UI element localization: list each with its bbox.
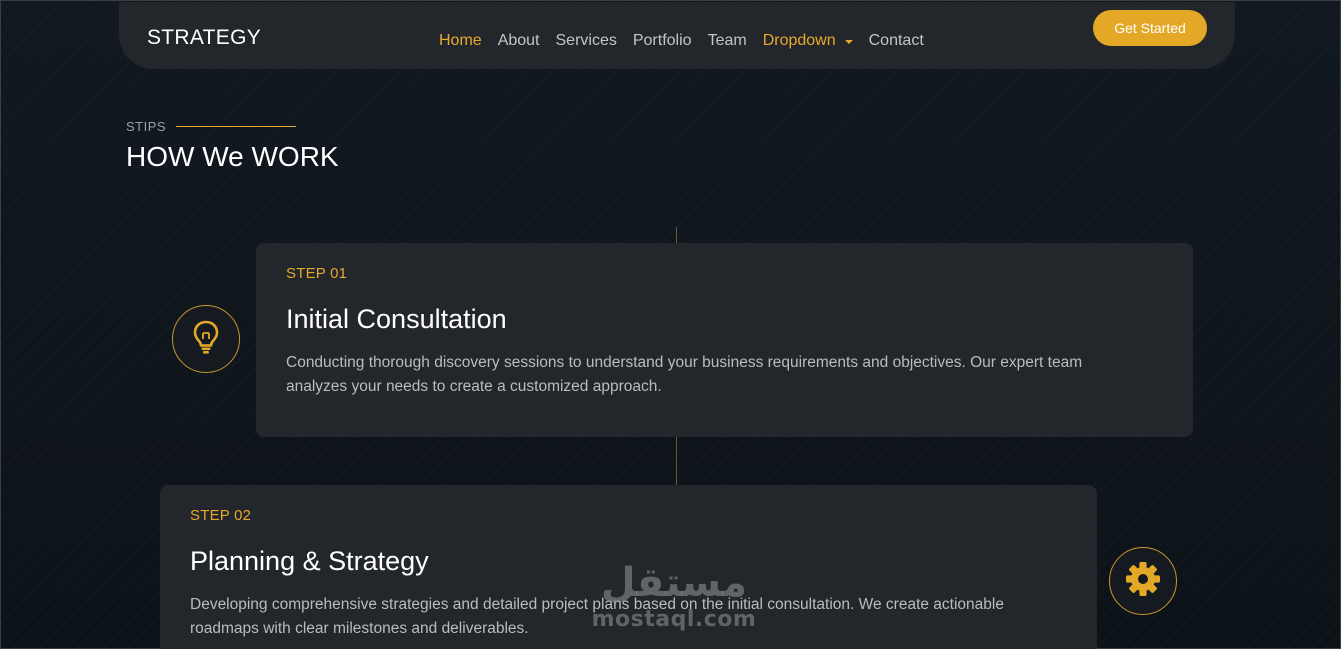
- step-card-1: STEP 01 Initial Consultation Conducting …: [256, 243, 1193, 437]
- nav-link-contact[interactable]: Contact: [869, 32, 924, 50]
- nav-link-about[interactable]: About: [498, 32, 540, 50]
- step-description: Developing comprehensive strategies and …: [190, 596, 1004, 637]
- nav-link-portfolio[interactable]: Portfolio: [633, 32, 692, 50]
- step-title: Planning & Strategy: [190, 546, 429, 576]
- nav-link-services[interactable]: Services: [556, 32, 617, 50]
- step-card-2: STEP 02 Planning & Strategy Developing c…: [160, 485, 1097, 649]
- navbar: STRATEGY Home About Services Portfolio T…: [119, 2, 1235, 69]
- nav-dropdown[interactable]: Dropdown: [763, 32, 853, 50]
- lightbulb-icon: [191, 319, 221, 360]
- nav-link-home[interactable]: Home: [439, 32, 482, 50]
- chevron-down-icon: [844, 39, 853, 44]
- section-kicker-text: STIPS: [126, 119, 167, 134]
- step-1-icon-circle: [172, 305, 240, 373]
- kicker-divider: [176, 126, 297, 127]
- brand-logo[interactable]: STRATEGY: [147, 26, 261, 50]
- step-label: STEP 01: [286, 265, 348, 282]
- step-description: Conducting thorough discovery sessions t…: [286, 354, 1083, 395]
- gear-icon: [1124, 560, 1162, 603]
- get-started-button[interactable]: Get Started: [1093, 10, 1207, 46]
- nav-menu: Home About Services Portfolio Team Dropd…: [439, 32, 924, 50]
- section-title: HOW We WORK: [126, 141, 339, 172]
- nav-link-team[interactable]: Team: [708, 32, 747, 50]
- nav-dropdown-label: Dropdown: [762, 32, 836, 49]
- step-2-icon-circle: [1109, 547, 1177, 615]
- section-kicker: STIPS: [126, 119, 297, 134]
- step-label: STEP 02: [190, 507, 252, 524]
- step-title: Initial Consultation: [286, 304, 507, 334]
